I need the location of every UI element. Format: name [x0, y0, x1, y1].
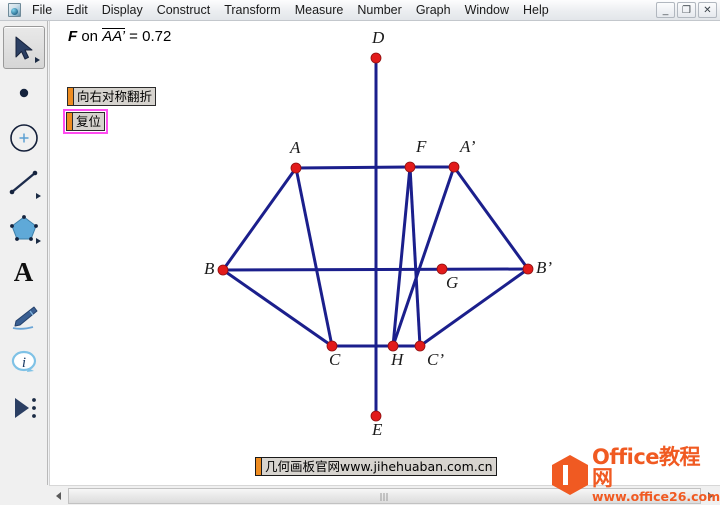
sketch-canvas[interactable]: F on AA’ = 0.72 向右对称翻折 复位 D A F A’ B G B’ C H C’ E… [49, 21, 720, 485]
menu-construct[interactable]: Construct [150, 1, 218, 20]
brand-url: www.office26.com [592, 488, 720, 504]
polygon-tool[interactable] [3, 206, 45, 249]
point-label-Cp[interactable]: C’ [427, 350, 444, 370]
segment-B-Bp[interactable] [222, 267, 529, 272]
point-label-Ap[interactable]: A’ [460, 137, 475, 157]
menu-graph[interactable]: Graph [409, 1, 458, 20]
restore-button[interactable]: ❐ [677, 2, 696, 18]
pencil-icon [12, 306, 37, 330]
marker-tool[interactable] [3, 296, 45, 339]
segment-Cp-Bp[interactable] [419, 267, 529, 348]
text-tool[interactable]: A [3, 251, 45, 294]
point-B[interactable] [217, 264, 229, 276]
hexagon-logo-icon [552, 455, 588, 495]
menu-number[interactable]: Number [350, 1, 408, 20]
application-window: File Edit Display Construct Transform Measure… [0, 0, 720, 505]
play-triangle-icon [14, 397, 36, 418]
straightedge-tool-menu-flag[interactable] [35, 193, 41, 199]
info-bubble-icon: i [11, 350, 36, 372]
status-corner [0, 485, 49, 505]
geometry-figure[interactable] [50, 21, 720, 485]
straightedge-tool[interactable] [3, 161, 45, 204]
point-Ap[interactable] [448, 161, 460, 173]
point-label-H[interactable]: H [391, 350, 403, 370]
compass-circle-tool[interactable] [3, 116, 45, 159]
menu-transform[interactable]: Transform [217, 1, 288, 20]
segment-A-C[interactable] [294, 167, 334, 347]
window-controls: _ ❐ ✕ [656, 2, 717, 18]
point-label-D[interactable]: D [372, 28, 384, 48]
close-button[interactable]: ✕ [698, 2, 717, 18]
arrow-tool-menu-flag[interactable] [34, 57, 40, 63]
information-tool[interactable]: i [3, 341, 45, 384]
office26-logo: Office教程网 www.office26.com [552, 446, 720, 502]
point-F[interactable] [404, 161, 416, 173]
scroll-left-button[interactable] [50, 487, 67, 504]
letter-a-icon: A [13, 257, 34, 287]
segment-Ap-Bp[interactable] [452, 166, 530, 270]
app-icon [3, 1, 25, 20]
point-label-C[interactable]: C [329, 350, 340, 370]
scroll-thumb-grip [380, 492, 389, 501]
pentagon-icon [9, 214, 38, 241]
segment-A-F[interactable] [295, 165, 411, 170]
tool-palette: A i [0, 21, 48, 485]
point-tool[interactable] [3, 71, 45, 114]
watermark-caption[interactable]: 几何画板官网www.jihehuaban.com.cn [255, 457, 497, 476]
menu-display[interactable]: Display [95, 1, 150, 20]
segment-B-C[interactable] [222, 268, 333, 348]
point-label-B[interactable]: B [204, 259, 214, 279]
custom-tool[interactable] [3, 386, 45, 429]
arrow-select-tool[interactable] [2, 26, 45, 69]
menu-measure[interactable]: Measure [288, 1, 351, 20]
point-D[interactable] [370, 52, 382, 64]
point-Cp[interactable] [414, 340, 426, 352]
svg-text:i: i [21, 355, 25, 371]
menu-bar: File Edit Display Construct Transform Measure… [0, 0, 720, 21]
watermark-label: 几何画板官网www.jihehuaban.com.cn [265, 459, 493, 474]
point-Bp[interactable] [522, 263, 534, 275]
point-label-E[interactable]: E [372, 420, 382, 440]
segment-A-B[interactable] [221, 167, 298, 271]
menu-file[interactable]: File [25, 1, 59, 20]
arrow-icon [15, 36, 32, 59]
point-A[interactable] [290, 162, 302, 174]
point-label-F[interactable]: F [416, 137, 426, 157]
point-label-Bp[interactable]: B’ [536, 258, 552, 278]
point-icon [19, 88, 28, 97]
point-label-G[interactable]: G [446, 273, 458, 293]
menu-edit[interactable]: Edit [59, 1, 95, 20]
brand-name: Office教程网 [592, 444, 701, 490]
minimize-button[interactable]: _ [656, 2, 675, 18]
circle-icon [9, 123, 38, 152]
polygon-tool-menu-flag[interactable] [35, 238, 41, 244]
segment-F-Cp[interactable] [408, 166, 422, 347]
point-label-A[interactable]: A [290, 138, 300, 158]
menu-help[interactable]: Help [516, 1, 556, 20]
menu-window[interactable]: Window [458, 1, 516, 20]
